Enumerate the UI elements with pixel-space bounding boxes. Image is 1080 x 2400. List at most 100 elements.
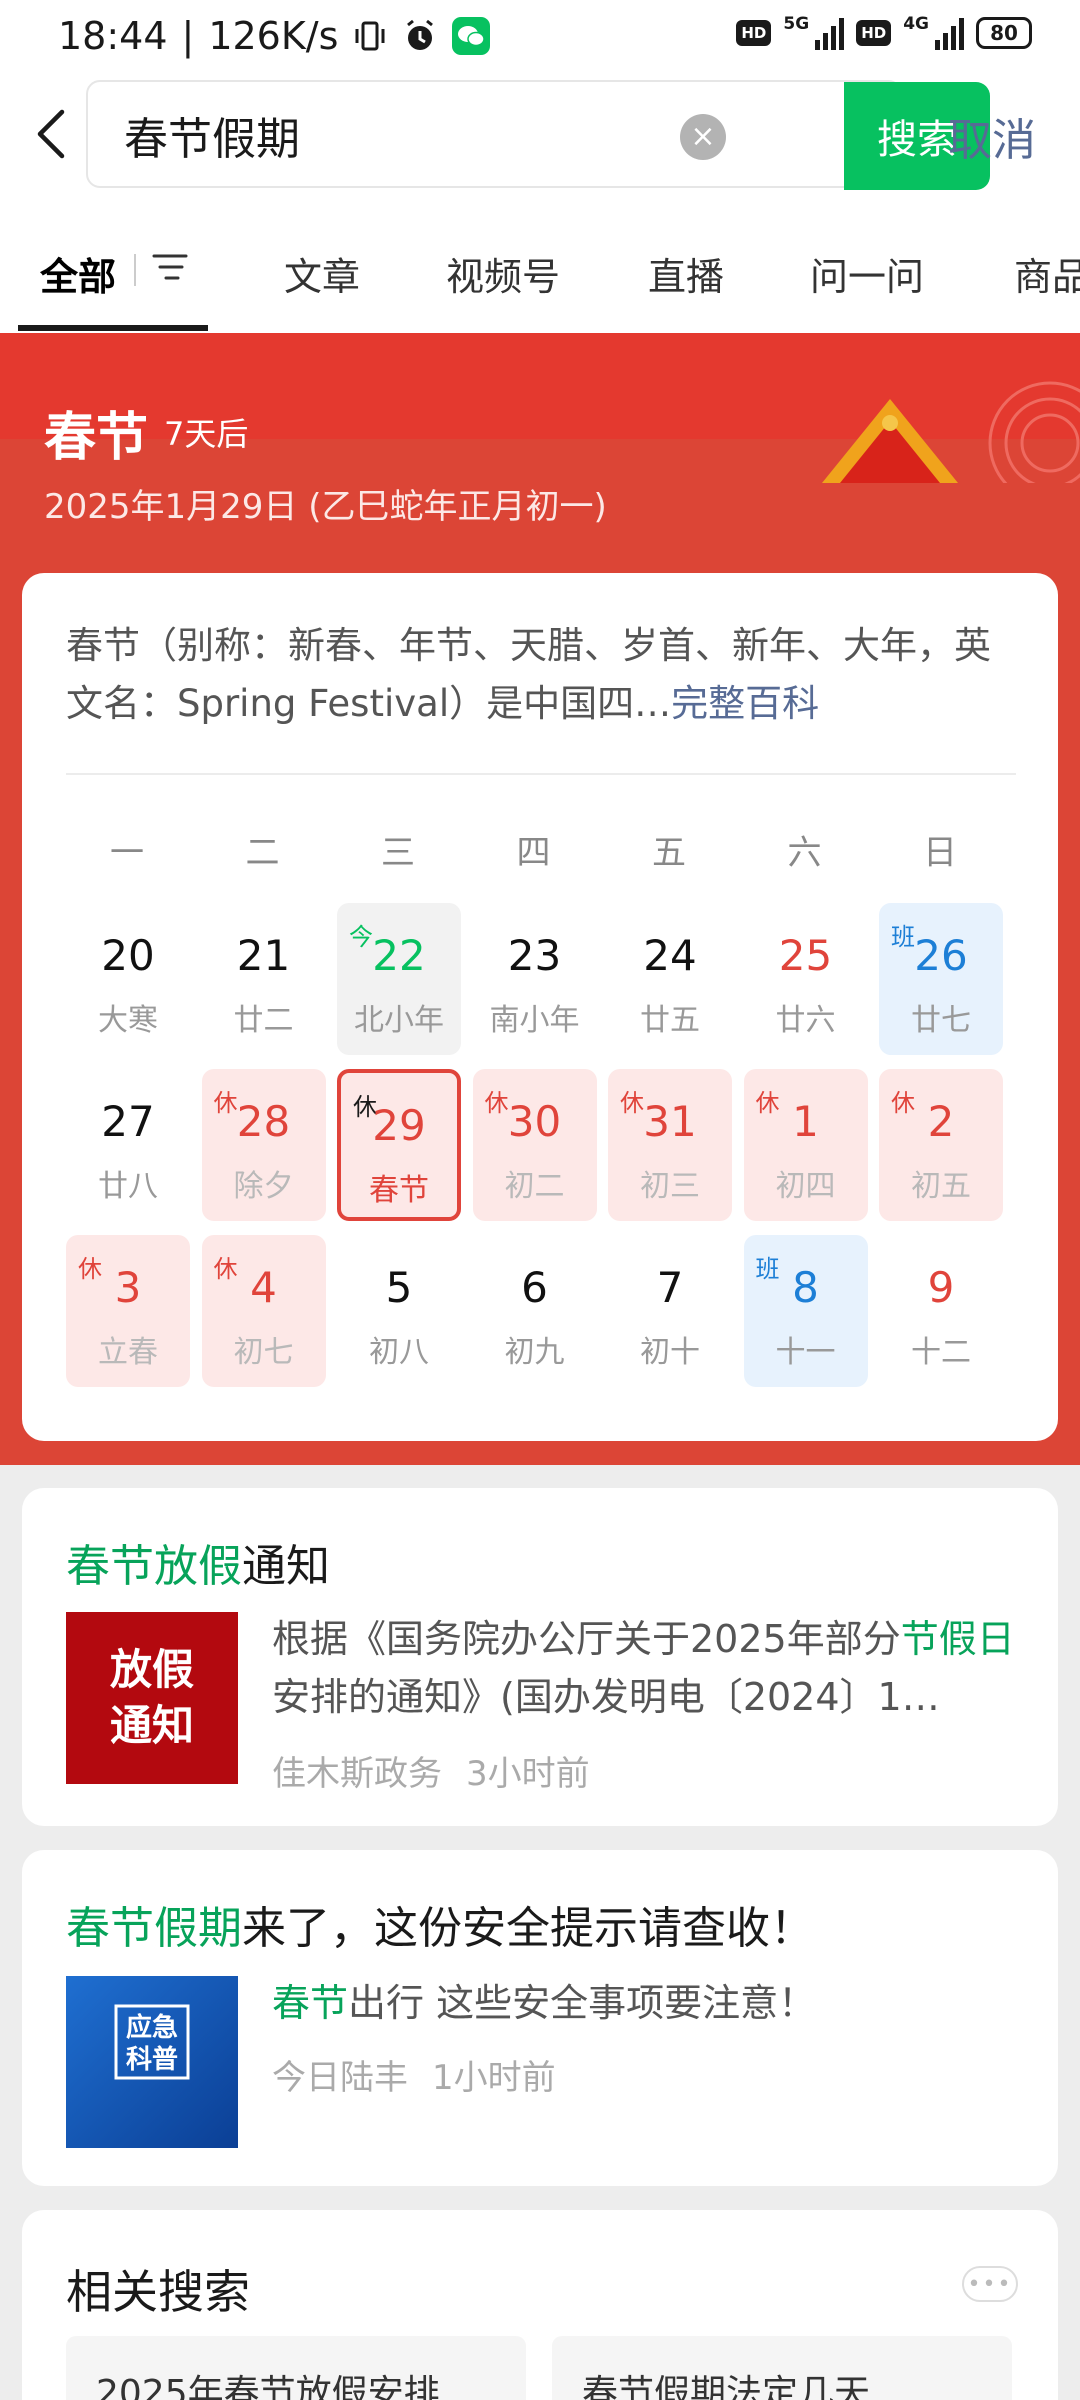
tab-articles[interactable]: 文章 [284, 246, 360, 301]
news-summary: 春节出行 这些安全事项要注意！ [272, 1974, 1032, 2032]
tab-channels[interactable]: 视频号 [446, 246, 560, 301]
calendar-day[interactable]: 班 26 廿七 [879, 903, 1003, 1055]
day-number: 7 [656, 1263, 684, 1312]
calendar-day[interactable]: 6 初九 [473, 1235, 597, 1387]
calendar-day[interactable]: 休 2 初五 [879, 1069, 1003, 1221]
tab-products[interactable]: 商品 [1014, 246, 1080, 301]
calendar-day[interactable]: 休 28 除夕 [201, 1069, 326, 1221]
day-number: 27 [101, 1097, 155, 1146]
back-arrow-icon [37, 109, 65, 159]
summary-highlight: 春节 [272, 1981, 349, 2025]
alarm-icon [402, 18, 438, 54]
day-number: 29 [372, 1101, 426, 1150]
day-number: 20 [101, 931, 155, 980]
status-separator: | [181, 14, 195, 58]
day-lunar-label: 十二 [911, 1335, 971, 1370]
day-number: 25 [778, 931, 833, 980]
calendar-card: 春节（别称：新春、年节、天腊、岁首、新年、大年，英文名：Spring Festi… [22, 573, 1058, 1441]
news-title-rest: 通知 [242, 1541, 330, 1592]
day-lunar-label: 初三 [640, 1169, 700, 1204]
day-lunar-label: 除夕 [233, 1169, 294, 1204]
news-title[interactable]: 春节放假通知 [66, 1530, 330, 1594]
news-thumbnail[interactable]: 放假 通知 [66, 1612, 238, 1784]
tab-all[interactable]: 全部 [40, 246, 116, 301]
calendar-day[interactable]: 7 初十 [608, 1235, 732, 1387]
calendar-day[interactable]: 班 8 十一 [743, 1235, 868, 1387]
search-input[interactable] [124, 102, 684, 168]
news-title-highlight: 春节假期 [66, 1903, 242, 1954]
status-time: 18:44 [58, 14, 168, 58]
calendar-day[interactable]: 休 4 初七 [201, 1235, 326, 1387]
calendar-day[interactable]: 9 十二 [879, 1235, 1003, 1387]
related-search-chip[interactable]: 2025年春节放假安排 [66, 2336, 526, 2400]
calendar-day[interactable]: 休 3 立春 [66, 1235, 190, 1387]
wechat-notification-icon [452, 17, 491, 55]
day-number: 31 [643, 1097, 697, 1146]
summary-text: 出行 这些安全事项要注意！ [348, 1981, 817, 2025]
calendar-day[interactable]: 23 南小年 [473, 903, 597, 1055]
calendar-day[interactable]: 20 大寒 [66, 903, 190, 1055]
calendar-day[interactable]: 休 30 初二 [472, 1069, 597, 1221]
calendar-day[interactable]: 25 廿六 [744, 903, 868, 1055]
back-button[interactable] [30, 104, 80, 164]
news-card[interactable]: 春节放假通知 放假 通知 根据《国务院办公厅关于2025年部分节假日安排的通知》… [22, 1488, 1058, 1826]
news-source[interactable]: 佳木斯政务 [272, 1754, 442, 1794]
festival-panel[interactable]: 春节 7天后 2025年1月29日 (乙巳蛇年正月初一) 春节（别称：新春、年节… [0, 333, 1080, 1465]
news-thumbnail[interactable]: 应急 科普 [66, 1976, 238, 2148]
hd-badge: HD [856, 20, 892, 46]
news-title[interactable]: 春节假期来了，这份安全提示请查收！ [66, 1892, 814, 1956]
day-lunar-label: 立春 [98, 1335, 158, 1370]
day-lunar-label: 廿八 [98, 1169, 158, 1204]
tab-ask[interactable]: 问一问 [810, 246, 924, 301]
day-number: 21 [236, 931, 291, 980]
calendar-day[interactable]: 21 廿二 [202, 903, 326, 1055]
calendar-day[interactable]: 今 22 北小年 [337, 903, 461, 1055]
day-number: 3 [114, 1263, 142, 1312]
day-lunar-label: 初十 [640, 1335, 700, 1370]
thumbnail-line-1: 应急 [126, 2012, 178, 2043]
day-number: 28 [236, 1097, 291, 1146]
weekday-label: 一 [110, 833, 144, 873]
related-search-chip[interactable]: 春节假期法定几天 [552, 2336, 1012, 2400]
lantern-decoration-icon [822, 381, 1080, 483]
day-number: 23 [507, 931, 562, 980]
calendar-day[interactable]: 休 1 初四 [743, 1069, 868, 1221]
active-tab-indicator [18, 325, 208, 331]
calendar-day[interactable]: 5 初八 [337, 1235, 461, 1387]
day-lunar-label: 初九 [504, 1335, 565, 1370]
day-lunar-label: 初四 [775, 1169, 836, 1204]
more-options-button[interactable]: ••• [962, 2266, 1018, 2302]
day-number: 9 [927, 1263, 955, 1312]
news-meta: 佳木斯政务 3小时前 [272, 1746, 614, 1795]
news-source[interactable]: 今日陆丰 [272, 2058, 408, 2098]
weekday-label: 三 [381, 833, 415, 873]
day-number: 8 [792, 1263, 819, 1312]
news-card[interactable]: 春节假期来了，这份安全提示请查收！ 应急 科普 春节出行 这些安全事项要注意！ … [22, 1850, 1058, 2186]
day-lunar-label: 初八 [369, 1335, 429, 1370]
day-number: 24 [643, 931, 697, 980]
related-searches-card: 相关搜索 ••• 2025年春节放假安排 春节假期法定几天 [22, 2210, 1058, 2400]
calendar-divider [66, 773, 1016, 775]
day-number: 2 [927, 1097, 955, 1146]
day-lunar-label: 初五 [911, 1169, 971, 1204]
day-lunar-label: 南小年 [489, 1003, 580, 1038]
search-box: × 搜索 [86, 80, 990, 190]
news-time: 1小时前 [432, 2058, 556, 2098]
calendar-day[interactable]: 27 廿八 [66, 1069, 190, 1221]
summary-highlight: 节假日 [900, 1617, 1015, 1661]
filter-icon[interactable] [150, 250, 190, 284]
status-right: HD 5G HD 4G 80 [736, 14, 1032, 50]
calendar-day[interactable]: 休 31 初三 [608, 1069, 732, 1221]
calendar-day[interactable]: 24 廿五 [608, 903, 732, 1055]
news-meta: 今日陆丰 1小时前 [272, 2050, 580, 2099]
cancel-button[interactable]: 取消 [948, 104, 1036, 168]
tab-live[interactable]: 直播 [648, 246, 724, 301]
festival-countdown: 7天后 [164, 415, 249, 453]
clear-search-button[interactable]: × [680, 114, 726, 160]
thumbnail-line-1: 放假 [110, 1645, 194, 1694]
calendar-day[interactable]: 休 29 春节 [337, 1069, 461, 1221]
full-encyclopedia-link[interactable]: 完整百科 [671, 682, 819, 725]
thumbnail-line-2: 科普 [126, 2044, 178, 2075]
day-lunar-label: 北小年 [354, 1003, 444, 1038]
weekday-label: 六 [787, 833, 822, 873]
